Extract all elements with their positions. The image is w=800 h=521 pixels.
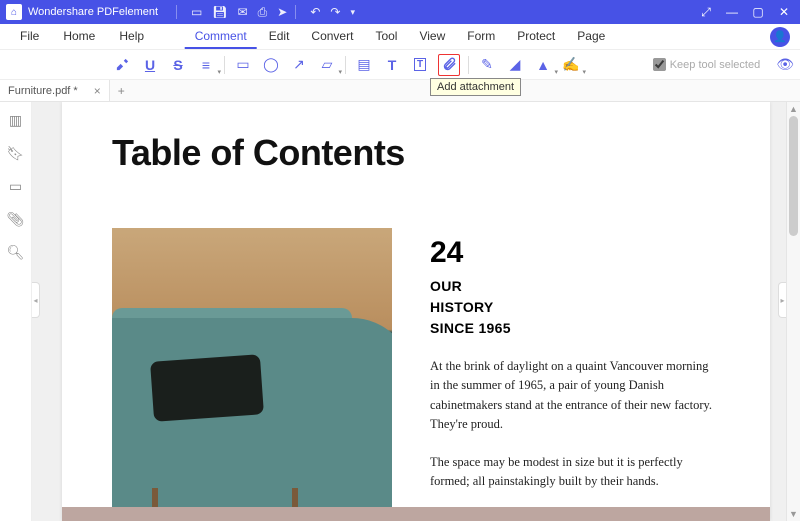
menu-bar: File Home Help Comment Edit Convert Tool… <box>0 24 800 50</box>
textbox-tool-icon[interactable]: T <box>410 55 430 75</box>
keep-tool-selected[interactable]: Keep tool selected <box>653 58 761 71</box>
menu-help[interactable]: Help <box>109 25 154 49</box>
strikethrough-tool-icon[interactable]: S <box>168 55 188 75</box>
save-icon[interactable]: 💾︎ <box>212 5 227 19</box>
menu-convert[interactable]: Convert <box>301 25 363 49</box>
menu-tool[interactable]: Tool <box>365 25 407 49</box>
next-page-handle[interactable]: ▸ <box>778 282 786 318</box>
subtitle-line: OUR <box>430 278 462 294</box>
add-attachment-tool-icon[interactable] <box>438 54 460 76</box>
thumbnails-icon[interactable]: ▥ <box>9 112 22 129</box>
redo-icon[interactable]: ↷ <box>330 5 340 19</box>
menu-page[interactable]: Page <box>567 25 615 49</box>
comments-panel-icon[interactable]: ▭ <box>9 178 22 195</box>
rectangle-tool-icon[interactable]: ▭ <box>233 55 253 75</box>
scroll-down-icon[interactable]: ▼ <box>787 509 800 519</box>
section-subtitle: OUR HISTORY SINCE 1965 <box>430 276 720 339</box>
arrow-tool-icon[interactable]: ↗ <box>289 55 309 75</box>
separator <box>176 5 177 19</box>
attachments-panel-icon[interactable]: 📎︎ <box>7 211 25 228</box>
left-sidebar: ▥ 🔖︎ ▭ 📎︎ 🔍︎ <box>0 102 32 521</box>
separator <box>224 56 225 74</box>
app-logo-icon: ⌂ <box>6 4 22 20</box>
pdf-page: Table of Contents 24 OUR HISTORY SINCE 1… <box>62 102 770 521</box>
note-tool-icon[interactable]: ▤ <box>354 55 374 75</box>
menu-file[interactable]: File <box>10 25 49 49</box>
open-icon[interactable]: ▭ <box>191 5 202 19</box>
separator <box>345 56 346 74</box>
app-title: Wondershare PDFelement <box>28 6 158 18</box>
underline-tool-icon[interactable]: U <box>140 55 160 75</box>
body-paragraph: At the brink of daylight on a quaint Van… <box>430 357 720 435</box>
document-tab[interactable]: Furniture.pdf * × <box>0 80 110 101</box>
highlight-tool-icon[interactable] <box>112 55 132 75</box>
content-image <box>112 228 392 518</box>
hide-annotations-icon[interactable]: 👁 <box>776 56 794 73</box>
share-icon[interactable]: ➤ <box>277 5 287 19</box>
close-tab-icon[interactable]: × <box>94 84 101 98</box>
subtitle-line: SINCE 1965 <box>430 320 511 336</box>
menu-comment[interactable]: Comment <box>185 25 257 49</box>
tooltip: Add attachment <box>430 78 521 96</box>
signature-tool-icon[interactable]: ✍ <box>561 55 581 75</box>
menu-edit[interactable]: Edit <box>259 25 300 49</box>
window-expand-icon[interactable]: ⤢ <box>696 5 716 20</box>
document-tab-label: Furniture.pdf * <box>8 85 78 97</box>
window-controls: ⤢ ― ▢ ✕ <box>696 5 794 20</box>
qat-dropdown-icon[interactable]: ▾ <box>350 7 355 18</box>
separator <box>295 5 296 19</box>
scrollbar-thumb[interactable] <box>789 116 798 236</box>
subtitle-line: HISTORY <box>430 299 494 315</box>
vertical-scrollbar[interactable]: ▲ ▼ <box>786 102 800 521</box>
minimize-icon[interactable]: ― <box>722 5 742 20</box>
oval-tool-icon[interactable]: ◯ <box>261 55 281 75</box>
prev-page-handle[interactable]: ◂ <box>32 282 40 318</box>
separator <box>468 56 469 74</box>
page-title: Table of Contents <box>112 132 720 174</box>
menu-form[interactable]: Form <box>457 25 505 49</box>
menu-view[interactable]: View <box>409 25 455 49</box>
body-paragraph: The space may be modest in size but it i… <box>430 453 720 492</box>
pencil-tool-icon[interactable]: ✎ <box>477 55 497 75</box>
mail-icon[interactable]: ✉ <box>238 5 248 19</box>
comment-toolbar: U S ≡ ▭ ◯ ↗ ▱ ▤ T T ✎ ◢ ▲ ✍ Keep tool se… <box>0 50 800 80</box>
maximize-icon[interactable]: ▢ <box>748 5 768 20</box>
stamp-tool-icon[interactable]: ▲ <box>533 55 553 75</box>
add-tab-icon[interactable]: + <box>110 84 133 98</box>
typewriter-tool-icon[interactable]: T <box>382 55 402 75</box>
keep-tool-label: Keep tool selected <box>670 59 761 71</box>
document-canvas[interactable]: ◂ ▸ Table of Contents 24 OUR HISTORY SI <box>32 102 800 521</box>
list-tool-icon[interactable]: ≡ <box>196 55 216 75</box>
quick-access-toolbar: ▭ 💾︎ ✉ ⎙ ➤ <box>191 5 287 20</box>
page-number: 24 <box>430 236 720 270</box>
undo-redo-group: ↶ ↷ ▾ <box>310 5 355 19</box>
page-footer-strip <box>62 507 770 521</box>
print-icon[interactable]: ⎙ <box>258 5 268 20</box>
title-bar: ⌂ Wondershare PDFelement ▭ 💾︎ ✉ ⎙ ➤ ↶ ↷ … <box>0 0 800 24</box>
main-area: ▥ 🔖︎ ▭ 📎︎ 🔍︎ ◂ ▸ Table of Contents 24 <box>0 102 800 521</box>
undo-icon[interactable]: ↶ <box>310 5 320 19</box>
close-window-icon[interactable]: ✕ <box>774 5 794 20</box>
document-tab-bar: Furniture.pdf * × + <box>0 80 800 102</box>
keep-tool-checkbox[interactable] <box>653 58 666 71</box>
eraser-tool-icon[interactable]: ◢ <box>505 55 525 75</box>
menu-protect[interactable]: Protect <box>507 25 565 49</box>
bookmarks-icon[interactable]: 🔖︎ <box>7 145 25 162</box>
scroll-up-icon[interactable]: ▲ <box>787 104 800 114</box>
menu-home[interactable]: Home <box>53 25 105 49</box>
user-avatar-icon[interactable]: 👤 <box>770 27 790 47</box>
content-text-column: 24 OUR HISTORY SINCE 1965 At the brink o… <box>430 228 720 518</box>
search-panel-icon[interactable]: 🔍︎ <box>7 244 25 261</box>
shapes-tool-icon[interactable]: ▱ <box>317 55 337 75</box>
